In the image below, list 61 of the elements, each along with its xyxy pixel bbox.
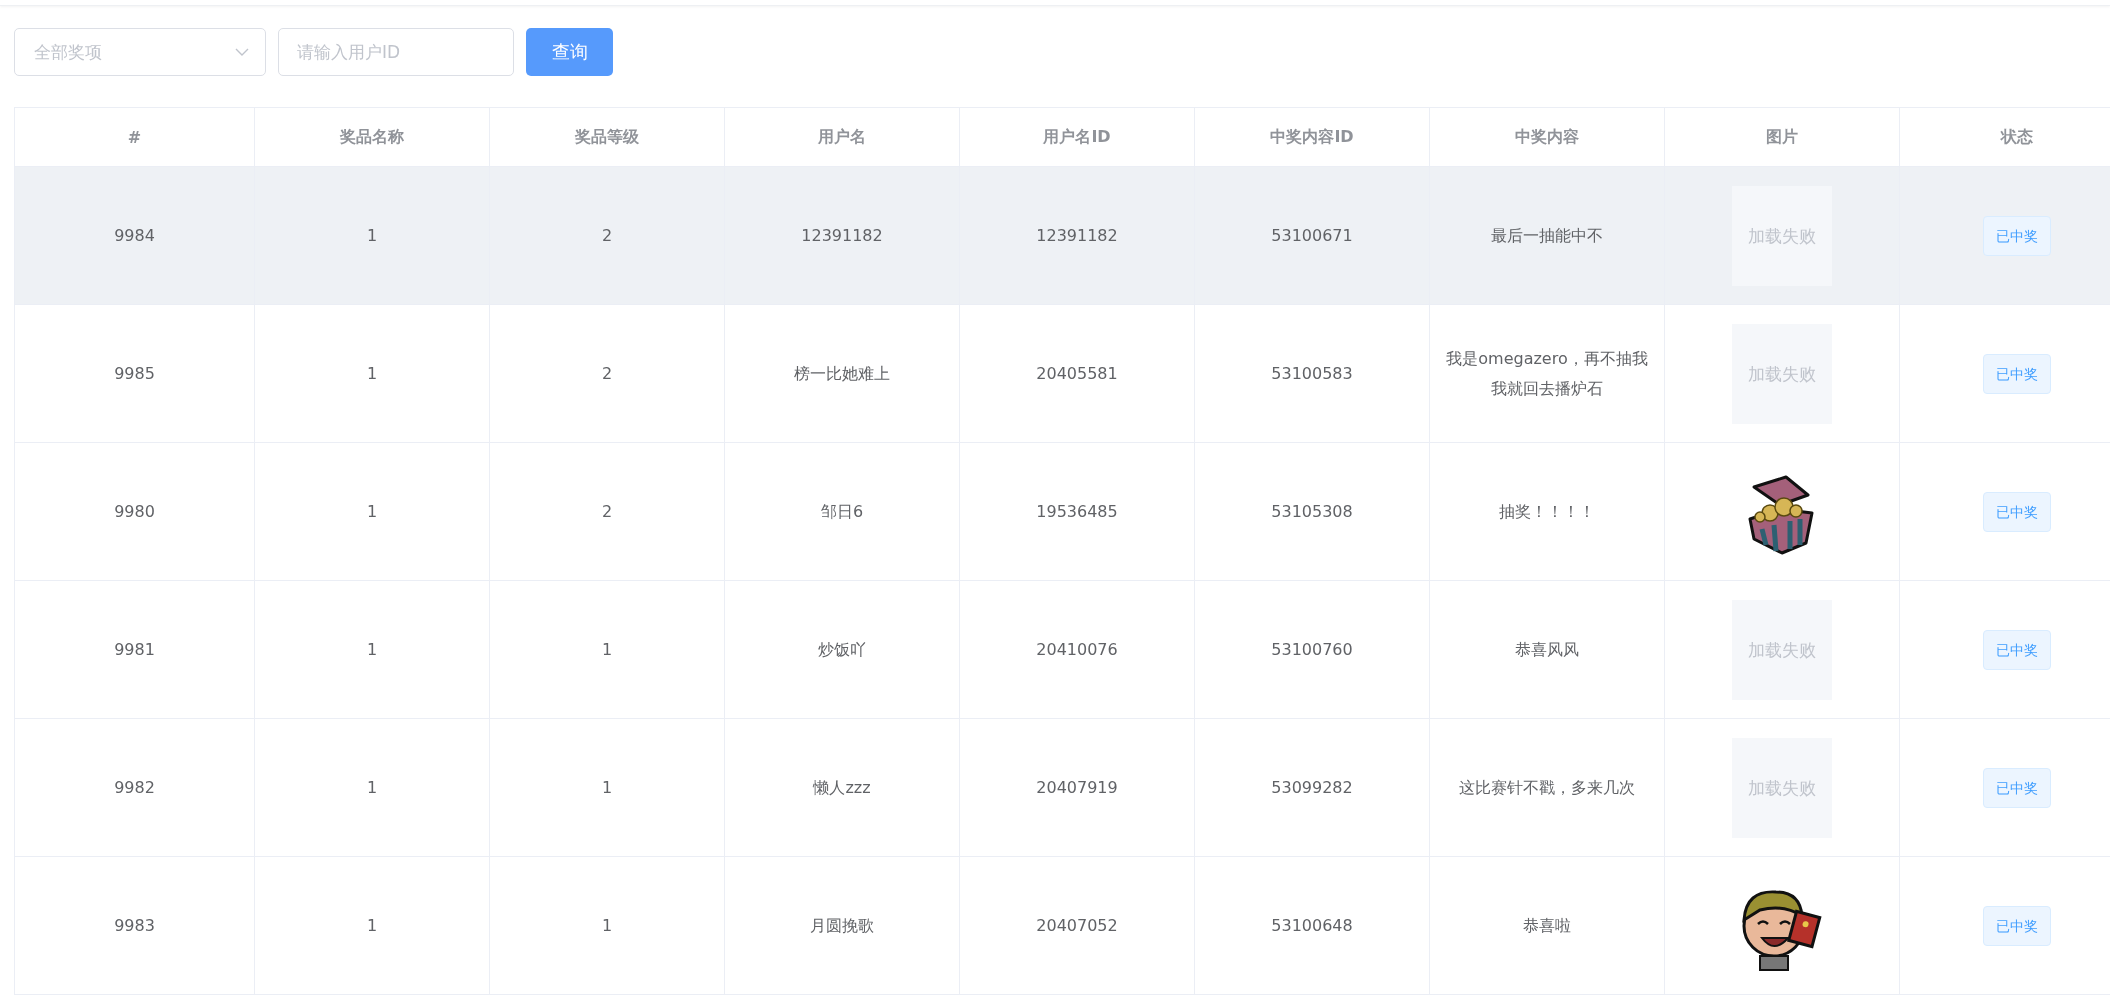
table-cell-text: 1 bbox=[366, 500, 378, 523]
table-cell-text: 12391182 bbox=[1036, 224, 1118, 247]
status-tag: 已中奖 bbox=[1983, 767, 2051, 808]
table-cell-text: 53100671 bbox=[1271, 224, 1353, 247]
table-cell-text: 这比赛针不戳，多来几次 bbox=[1459, 776, 1635, 799]
status-tag: 已中奖 bbox=[1983, 905, 2051, 946]
status-tag: 已中奖 bbox=[1983, 353, 2051, 394]
column-header: 图片 bbox=[1664, 107, 1900, 167]
table-cell-text: 1 bbox=[366, 224, 378, 247]
table-cell-text: 1 bbox=[366, 638, 378, 661]
table-cell-text: 9983 bbox=[114, 914, 155, 937]
column-header: 中奖内容 bbox=[1429, 107, 1665, 167]
table-cell-text: 2 bbox=[601, 500, 613, 523]
table-cell-text: 1 bbox=[601, 914, 613, 937]
table-cell-text: 9982 bbox=[114, 776, 155, 799]
table-cell-text: 我是omegazero，再不抽我我就回去播炉石 bbox=[1446, 347, 1648, 400]
table-cell-text: 12391182 bbox=[801, 224, 883, 247]
table-cell-text: 邹日6 bbox=[820, 500, 864, 523]
table-cell-text: 20407919 bbox=[1036, 776, 1118, 799]
table-cell-text: 1 bbox=[366, 362, 378, 385]
table-cell-text: 53100583 bbox=[1271, 362, 1353, 385]
table-cell-text: 1 bbox=[601, 638, 613, 661]
column-header: 中奖内容ID bbox=[1194, 107, 1430, 167]
status-tag: 已中奖 bbox=[1983, 491, 2051, 532]
table-cell-text: 恭喜啦 bbox=[1523, 914, 1571, 937]
table-cell-text: 53099282 bbox=[1271, 776, 1353, 799]
table-cell-text: 9985 bbox=[114, 362, 155, 385]
column-header: 奖品等级 bbox=[489, 107, 725, 167]
table-cell-text: 懒人zzz bbox=[813, 776, 871, 799]
column-header: 状态 bbox=[1899, 107, 2110, 167]
table-cell-text: 9981 bbox=[114, 638, 155, 661]
table-row[interactable]: 9980 1 2 邹日6 19536485 53105308 抽奖！！！！ 已中奖 bbox=[14, 442, 2110, 581]
table-cell-text: 炒饭吖 bbox=[818, 638, 866, 661]
table-cell-text: 20405581 bbox=[1036, 362, 1118, 385]
status-tag: 已中奖 bbox=[1983, 629, 2051, 670]
table-cell-text: 9984 bbox=[114, 224, 155, 247]
table-cell-text: 20410076 bbox=[1036, 638, 1118, 661]
column-header: 奖品名称 bbox=[254, 107, 490, 167]
table-row[interactable]: 9983 1 1 月圆挽歌 20407052 53100648 恭喜啦 已中奖 bbox=[14, 856, 2110, 995]
table-cell-text: 2 bbox=[601, 362, 613, 385]
table-cell-text: 抽奖！！！！ bbox=[1499, 500, 1595, 523]
table-cell-text: 53100648 bbox=[1271, 914, 1353, 937]
chevron-down-icon bbox=[235, 48, 249, 56]
column-header: 用户名ID bbox=[959, 107, 1195, 167]
column-header: # bbox=[14, 107, 255, 167]
table-cell-text: 53105308 bbox=[1271, 500, 1353, 523]
table-cell-text: 恭喜风风 bbox=[1515, 638, 1579, 661]
table-cell-text: 53100760 bbox=[1271, 638, 1353, 661]
table-cell-text: 月圆挽歌 bbox=[810, 914, 874, 937]
table-cell-text: 1 bbox=[366, 776, 378, 799]
table-cell-text: 1 bbox=[601, 776, 613, 799]
status-tag: 已中奖 bbox=[1983, 215, 2051, 256]
table-cell-text: 20407052 bbox=[1036, 914, 1118, 937]
table-cell-text: 2 bbox=[601, 224, 613, 247]
table-cell-text: 1 bbox=[366, 914, 378, 937]
table-cell-text: 榜一比她难上 bbox=[794, 362, 890, 385]
column-header: 用户名 bbox=[724, 107, 960, 167]
table-cell-text: 19536485 bbox=[1036, 500, 1118, 523]
user-id-field[interactable]: 请输入用户ID bbox=[278, 28, 514, 76]
table-cell-text: 最后一抽能中不 bbox=[1491, 224, 1603, 247]
table-cell-text: 9980 bbox=[114, 500, 155, 523]
